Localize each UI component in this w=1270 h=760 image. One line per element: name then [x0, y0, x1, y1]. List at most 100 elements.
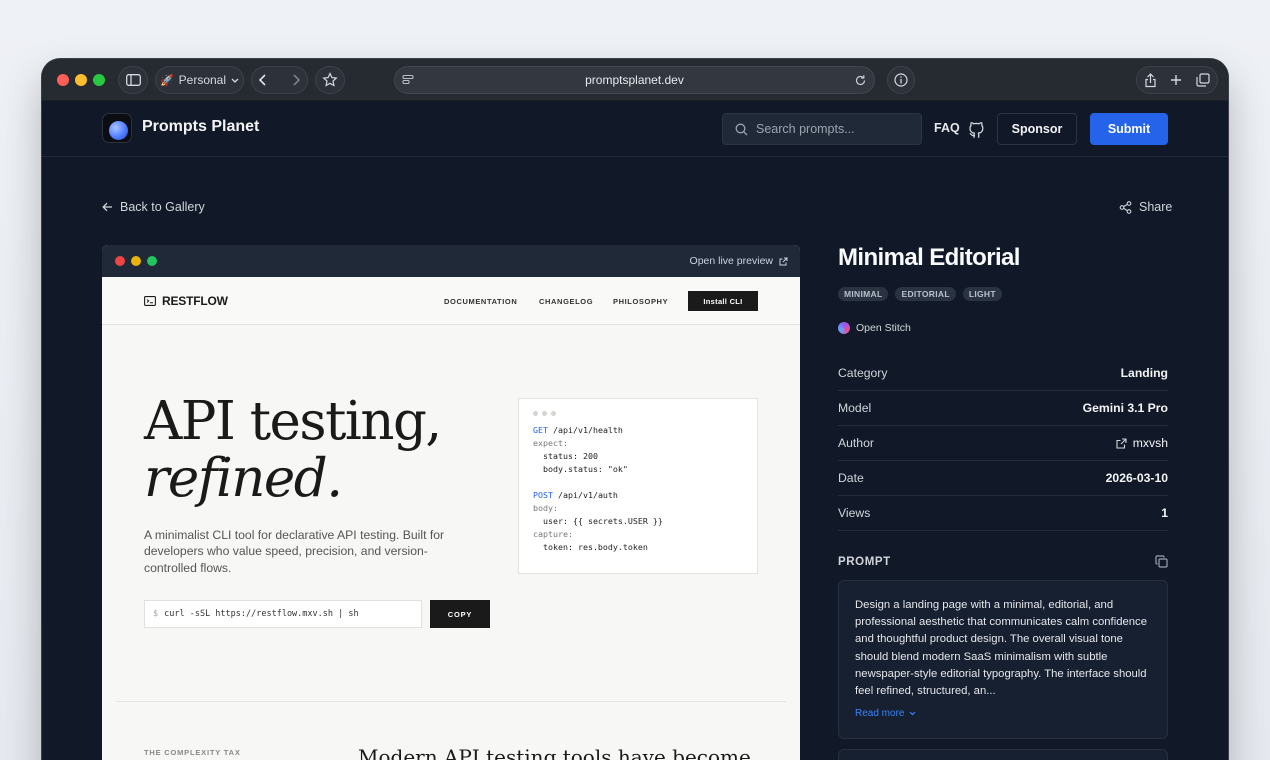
browser-toolbar: 🚀 Personal promptsplanet.dev — [42, 59, 1228, 101]
meta-value: Landing — [1120, 366, 1168, 380]
browser-window: 🚀 Personal promptsplanet.dev Prompts Pla… — [42, 59, 1228, 760]
install-command: curl -sSL https://restflow.mxv.sh | sh — [164, 609, 359, 619]
faq-link[interactable]: FAQ — [934, 121, 960, 135]
meta-value: Gemini 3.1 Pro — [1082, 401, 1168, 415]
hero-title-line2: refined. — [144, 448, 343, 509]
tool-badge[interactable]: Open Stitch — [838, 322, 911, 334]
site-logo[interactable] — [102, 113, 132, 143]
profile-button[interactable]: 🚀 Personal — [155, 66, 244, 94]
github-icon[interactable] — [968, 120, 986, 138]
copy-icon[interactable] — [1155, 555, 1168, 568]
section-label: THE COMPLEXITY TAX — [144, 748, 241, 757]
meta-row-views: Views 1 — [838, 496, 1168, 531]
code-window-dots — [533, 411, 743, 416]
restflow-brand: RESTFLOW — [162, 294, 228, 308]
page-settings-icon[interactable] — [402, 74, 414, 86]
meta-key: Model — [838, 401, 872, 415]
tag-editorial[interactable]: EDITORIAL — [895, 287, 956, 301]
prompt-text: Design a landing page with a minimal, ed… — [855, 599, 1147, 698]
rocket-icon: 🚀 — [159, 74, 174, 87]
prompt-title: Minimal Editorial — [838, 244, 1020, 271]
open-live-preview-link[interactable]: Open live preview — [690, 255, 788, 267]
share-button[interactable]: Share — [1119, 200, 1172, 214]
minimize-window-button[interactable] — [75, 74, 87, 86]
tag-list: MINIMAL EDITORIAL LIGHT — [838, 287, 1002, 301]
share-label: Share — [1139, 200, 1173, 214]
close-window-button[interactable] — [57, 74, 69, 86]
sponsor-button[interactable]: Sponsor — [997, 113, 1077, 145]
copy-command-button[interactable]: COPY — [430, 600, 490, 628]
meta-key: Date — [838, 471, 864, 485]
back-arrow-icon[interactable] — [256, 73, 280, 87]
prompt-header: PROMPT — [838, 555, 1168, 568]
profile-label: Personal — [178, 73, 227, 87]
prompt-label: PROMPT — [838, 555, 891, 568]
open-live-preview-label: Open live preview — [689, 255, 773, 267]
arrow-left-icon — [102, 202, 112, 212]
tool-label: Open Stitch — [856, 322, 911, 334]
share-sheet-icon[interactable] — [1144, 72, 1157, 88]
author-link[interactable]: mxvsh — [1116, 436, 1168, 450]
bookmark-button[interactable] — [315, 66, 345, 94]
planet-logo-icon — [109, 121, 128, 140]
meta-row-model: Model Gemini 3.1 Pro — [838, 391, 1168, 426]
chevron-down-icon — [231, 78, 239, 83]
code-sample: GET /api/v1/health expect: status: 200 b… — [533, 425, 663, 552]
preview-navbar: RESTFLOW DOCUMENTATION CHANGELOG PHILOSO… — [102, 277, 800, 325]
info-icon — [894, 73, 908, 87]
tab-overview-icon[interactable] — [1196, 73, 1210, 87]
meta-key: Views — [838, 506, 871, 520]
history-nav-group — [251, 66, 308, 94]
address-bar[interactable]: promptsplanet.dev — [394, 66, 875, 94]
site-name[interactable]: Prompts Planet — [142, 118, 259, 136]
chevron-down-icon — [910, 711, 916, 716]
window-actions-group — [1136, 66, 1218, 94]
install-command-field[interactable]: $ curl -sSL https://restflow.mxv.sh | sh — [144, 600, 422, 628]
page-info-button[interactable] — [887, 66, 915, 94]
back-to-gallery-link[interactable]: Back to Gallery — [102, 200, 205, 214]
hero-title-line1: API testing, — [144, 391, 442, 452]
preview-dot-green — [147, 256, 157, 266]
search-input[interactable]: Search prompts... — [722, 113, 922, 145]
sidebar-toggle-button[interactable] — [118, 66, 148, 94]
next-panel — [838, 749, 1168, 760]
shell-prompt: $ — [153, 609, 159, 619]
share-icon — [1119, 200, 1132, 214]
restflow-logo[interactable]: RESTFLOW — [144, 294, 228, 308]
submit-button[interactable]: Submit — [1090, 113, 1168, 145]
search-icon — [735, 123, 748, 135]
meta-value: 1 — [1161, 506, 1168, 520]
read-more-button[interactable]: Read more — [855, 708, 1151, 719]
meta-row-category: Category Landing — [838, 356, 1168, 391]
preview-dot-red — [115, 256, 125, 266]
url-text: promptsplanet.dev — [585, 73, 684, 87]
nav-changelog[interactable]: CHANGELOG — [539, 297, 593, 306]
nav-philosophy[interactable]: PHILOSOPHY — [613, 297, 668, 306]
back-label: Back to Gallery — [120, 200, 205, 214]
external-link-icon — [779, 257, 788, 265]
meta-row-author: Author mxvsh — [838, 426, 1168, 461]
stitch-icon — [838, 322, 850, 334]
preview-titlebar: Open live preview — [102, 245, 800, 277]
section-heading: Modern API testing tools have become — [358, 745, 751, 760]
site-header: Prompts Planet Search prompts... FAQ Spo… — [42, 101, 1228, 157]
nav-documentation[interactable]: DOCUMENTATION — [444, 297, 517, 306]
hero-description: A minimalist CLI tool for declarative AP… — [144, 528, 445, 575]
zoom-window-button[interactable] — [93, 74, 105, 86]
template-preview: Open live preview RESTFLOW DOCUMENTATION… — [102, 245, 800, 760]
forward-arrow-icon[interactable] — [280, 73, 304, 87]
tag-light[interactable]: LIGHT — [962, 287, 1002, 301]
tag-minimal[interactable]: MINIMAL — [838, 287, 889, 301]
terminal-icon — [144, 296, 156, 306]
read-more-label: Read more — [855, 708, 905, 720]
meta-key: Category — [838, 366, 888, 380]
reload-icon[interactable] — [854, 74, 867, 87]
search-placeholder: Search prompts... — [756, 122, 855, 136]
meta-key: Author — [838, 436, 874, 450]
prompt-box: Design a landing page with a minimal, ed… — [838, 580, 1168, 739]
section-divider — [116, 701, 786, 702]
install-cli-button[interactable]: Install CLI — [688, 291, 758, 311]
external-link-icon — [1116, 437, 1127, 449]
preview-dot-yellow — [131, 256, 141, 266]
new-tab-icon[interactable] — [1170, 74, 1182, 86]
